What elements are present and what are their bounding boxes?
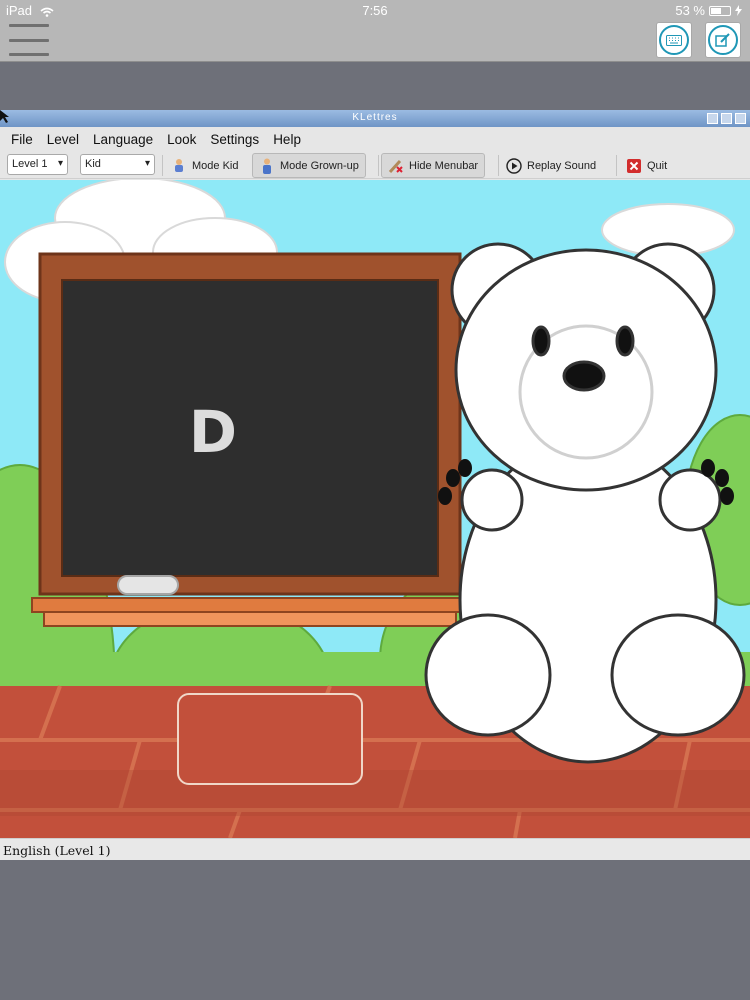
replay-sound-label: Replay Sound	[527, 159, 597, 172]
battery-percent: 53 %	[675, 3, 705, 18]
window-titlebar[interactable]: KLettres	[0, 110, 750, 127]
menu-language[interactable]: Language	[93, 132, 153, 147]
hide-menubar-icon	[388, 159, 403, 173]
menubar: File Level Language Look Settings Help	[0, 127, 750, 151]
ios-toolbar: iPad 7:56 53 %	[0, 0, 750, 62]
kid-icon	[175, 158, 183, 172]
look-select-value: Kid	[85, 158, 101, 170]
mode-kid-button[interactable]: Mode Kid	[165, 153, 244, 178]
minimize-icon[interactable]	[707, 113, 718, 124]
quit-icon	[627, 158, 641, 173]
quit-label: Quit	[647, 159, 668, 172]
toolbar-separator	[162, 155, 163, 176]
scene-background	[0, 180, 750, 838]
hide-menubar-label: Hide Menubar	[409, 159, 479, 172]
chevron-down-icon: ▾	[144, 158, 150, 169]
toolbar-separator	[498, 155, 499, 176]
keyboard-icon	[659, 25, 689, 55]
menu-file[interactable]: File	[11, 132, 33, 147]
look-select[interactable]: Kid ▾	[80, 154, 155, 175]
mode-grownup-label: Mode Grown-up	[280, 159, 359, 172]
status-bar: English (Level 1)	[0, 838, 750, 860]
keyboard-button[interactable]	[656, 22, 692, 58]
game-scene: D	[0, 180, 750, 838]
hide-menubar-button[interactable]: Hide Menubar	[381, 153, 486, 178]
menu-look[interactable]: Look	[167, 132, 196, 147]
battery-level-fill	[711, 7, 721, 14]
menu-settings[interactable]: Settings	[210, 132, 259, 147]
toolbar: Level 1 ▾ Kid ▾ Mode Kid Mode Grown-up H…	[0, 152, 750, 179]
clock: 7:56	[362, 3, 388, 18]
edit-icon	[708, 25, 738, 55]
charging-icon	[735, 5, 742, 16]
quit-button[interactable]: Quit	[620, 153, 673, 178]
toolbar-separator	[616, 155, 617, 176]
level-select[interactable]: Level 1 ▾	[7, 154, 68, 175]
menu-help[interactable]: Help	[273, 132, 301, 147]
mode-kid-label: Mode Kid	[192, 159, 239, 172]
answer-input-box[interactable]	[177, 693, 363, 785]
edit-button[interactable]	[705, 22, 741, 58]
play-icon	[506, 157, 522, 174]
battery-icon	[709, 5, 731, 16]
blackboard-letter: D	[188, 398, 238, 466]
window-controls	[707, 113, 746, 124]
battery-status: 53 %	[675, 3, 742, 18]
replay-sound-button[interactable]: Replay Sound	[500, 153, 602, 178]
close-window-icon[interactable]	[735, 113, 746, 124]
teddy-bear	[424, 242, 746, 764]
window-title: KLettres	[352, 112, 398, 123]
chevron-down-icon: ▾	[57, 158, 63, 169]
klettres-window: KLettres File Level Language Look Settin…	[0, 110, 750, 860]
maximize-icon[interactable]	[721, 113, 732, 124]
mode-grownup-button[interactable]: Mode Grown-up	[252, 153, 366, 178]
menu-icon[interactable]	[9, 24, 49, 56]
level-select-value: Level 1	[12, 158, 48, 170]
grownup-icon	[263, 158, 271, 174]
toolbar-separator	[378, 155, 379, 176]
menu-level[interactable]: Level	[47, 132, 79, 147]
